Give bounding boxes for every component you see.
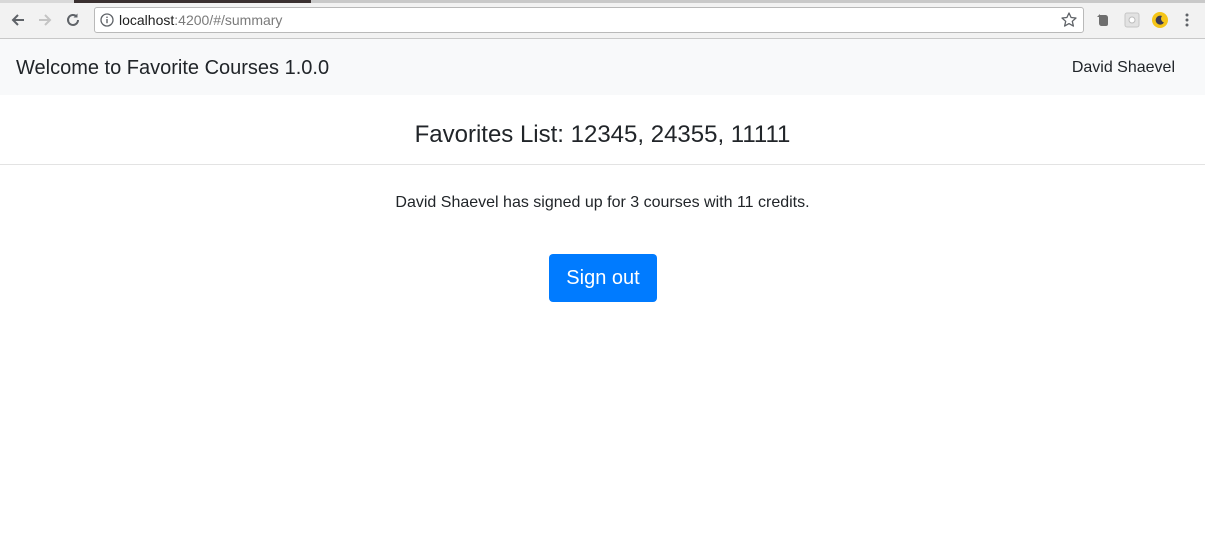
bookmark-star-icon[interactable]: [1060, 11, 1078, 29]
url-text[interactable]: localhost:4200/#/summary: [119, 12, 282, 29]
moon-extension-icon[interactable]: [1151, 11, 1169, 29]
sign-out-button[interactable]: Sign out: [549, 254, 657, 302]
browser-toolbar: localhost:4200/#/summary: [0, 3, 1205, 39]
navbar-brand[interactable]: Welcome to Favorite Courses 1.0.0: [16, 56, 329, 80]
url-path: :4200/#/summary: [174, 12, 283, 28]
app-navbar: Welcome to Favorite Courses 1.0.0 David …: [0, 39, 1205, 95]
info-icon[interactable]: [100, 13, 114, 27]
kebab-menu-icon[interactable]: [1178, 11, 1196, 29]
favorites-heading: Favorites List: 12345, 24355, 11111: [414, 121, 791, 148]
extension-icon[interactable]: [1123, 11, 1141, 29]
forward-arrow-icon[interactable]: [33, 8, 57, 32]
signup-summary: David Shaevel has signed up for 3 course…: [395, 194, 810, 211]
url-host: localhost: [119, 12, 175, 28]
reload-icon[interactable]: [61, 8, 85, 32]
address-bar[interactable]: localhost:4200/#/summary: [94, 7, 1084, 33]
back-arrow-icon[interactable]: [6, 8, 30, 32]
evernote-extension-icon[interactable]: [1094, 11, 1112, 29]
divider: [0, 164, 1205, 165]
navbar-user-name[interactable]: David Shaevel: [1072, 58, 1175, 78]
